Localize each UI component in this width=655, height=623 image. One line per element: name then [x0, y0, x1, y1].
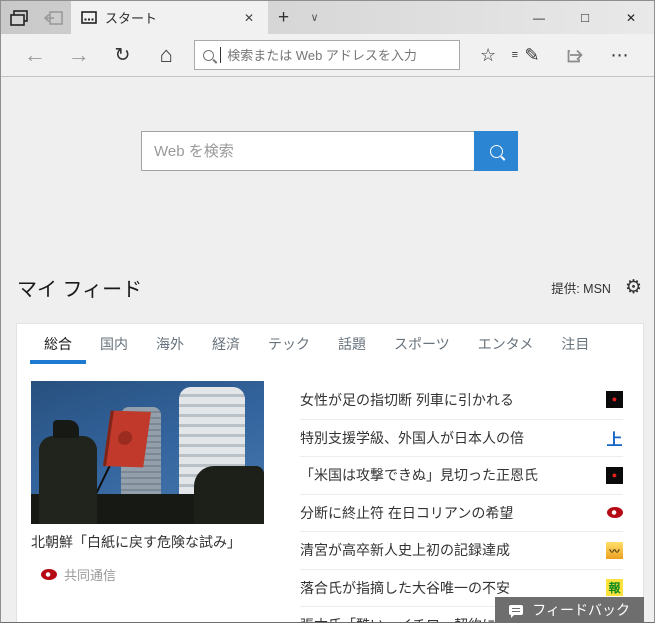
feed-tab-8[interactable]: エンタメ: [464, 324, 548, 364]
soldier-illustration: [194, 466, 264, 524]
soldier-illustration: [39, 420, 97, 524]
news-headline: 女性が足の指切断 列車に引かれる: [300, 391, 514, 408]
web-note-button[interactable]: ✎: [510, 45, 554, 66]
feed-provider-label: 提供: MSN: [551, 282, 611, 296]
source-name: 共同通信: [64, 567, 117, 583]
share-button[interactable]: [554, 45, 598, 66]
news-headline: 分断に終止符 在日コリアンの希望: [300, 504, 514, 521]
search-icon: [203, 49, 215, 61]
nikkan-sports-logo-icon: 〰: [606, 541, 623, 559]
feed-header: マイ フィード 提供: MSN ⚙: [17, 273, 642, 302]
lead-story-image: [31, 381, 264, 524]
feed-tab-3[interactable]: 海外: [142, 324, 198, 364]
flag-illustration: [103, 410, 151, 468]
news-headline: 清宮が高卒新人史上初の記録達成: [300, 542, 510, 559]
lead-story-headline[interactable]: 北朝鮮「白紙に戻す危険な試み」: [31, 533, 264, 552]
news-item[interactable]: 女性が足の指切断 列車に引かれる ●: [300, 381, 623, 419]
news-headline: 特別支援学級、外国人が日本人の倍: [300, 429, 524, 446]
ue-blue-logo-icon: 上: [606, 431, 623, 449]
address-input[interactable]: [227, 47, 452, 63]
start-page: マイ フィード 提供: MSN ⚙ 総合国内海外経済テック話題スポーツエンタメ注…: [1, 77, 654, 622]
black-red-dot-logo-icon: ●: [606, 466, 623, 484]
refresh-button[interactable]: ↻: [101, 44, 145, 67]
kyodo-news-logo-icon: [41, 568, 57, 580]
settings-more-button[interactable]: ⋯: [598, 45, 642, 66]
feed-tab-1[interactable]: 総合: [30, 324, 86, 364]
tab-preview-icon: [9, 9, 28, 26]
lead-story[interactable]: 北朝鮮「白紙に戻す危険な試み」 共同通信: [31, 381, 264, 622]
feed-tabs: 総合 国内 海外 経済 テック 話題 スポーツ エンタメ 注目: [17, 324, 643, 364]
feedback-label: フィードバック: [532, 601, 630, 618]
feed-tab-7[interactable]: スポーツ: [380, 324, 464, 364]
news-headline: 「米国は攻撃できぬ」見切った正恩氏: [300, 467, 538, 484]
tab-strip: スタート ✕ + ∨ — □ ✕: [1, 1, 654, 34]
hochi-logo-icon: 報: [606, 579, 623, 597]
search-icon: [489, 144, 503, 158]
news-list: 女性が足の指切断 列車に引かれる ● 特別支援学級、外国人が日本人の倍 上「米国は攻撃…: [300, 381, 623, 622]
titlebar-drag-area: [330, 1, 516, 34]
text-caret: [220, 47, 222, 63]
news-item[interactable]: 特別支援学級、外国人が日本人の倍 上: [300, 418, 623, 457]
home-button[interactable]: ⌂: [144, 42, 188, 68]
tab-close-icon[interactable]: ✕: [238, 9, 260, 27]
new-tab-button[interactable]: +: [268, 1, 299, 34]
feed-tab-6[interactable]: 話題: [324, 324, 380, 364]
set-aside-tabs-button[interactable]: [36, 1, 71, 34]
web-search-box: [141, 131, 518, 171]
news-item[interactable]: 分断に終止符 在日コリアンの希望: [300, 493, 623, 532]
tab-list-dropdown-button[interactable]: ∨: [299, 1, 330, 34]
speech-bubble-icon: [509, 604, 524, 618]
feed-body: 北朝鮮「白紙に戻す危険な試み」 共同通信 女性が足の指切断 列車に引かれる ● 特別…: [17, 364, 643, 622]
window-maximize-button[interactable]: □: [562, 1, 608, 34]
feed-settings-gear-icon[interactable]: ⚙: [625, 278, 642, 297]
back-button[interactable]: ←: [13, 42, 57, 68]
lead-story-source: 共同通信: [31, 565, 264, 584]
feed-tab-4[interactable]: 経済: [198, 324, 254, 364]
news-feed-panel: 総合 国内 海外 経済 テック 話題 スポーツ エンタメ 注目 北朝鮮「白紙に戻す危険な試み」: [16, 323, 644, 622]
navigation-toolbar: ← → ↻ ⌂ ☆≡ ✎ ⋯: [1, 34, 654, 77]
tab-title: スタート: [105, 11, 158, 26]
web-search-input[interactable]: [141, 131, 474, 171]
start-page-favicon: [81, 11, 97, 24]
share-icon: [567, 49, 583, 63]
news-item[interactable]: 「米国は攻撃できぬ」見切った正恩氏 ●: [300, 456, 623, 494]
black-red-dot-logo-icon: ●: [606, 391, 623, 409]
kyodo-news-logo-icon: [607, 507, 623, 519]
feed-title: マイ フィード: [17, 279, 143, 301]
feedback-button[interactable]: フィードバック: [495, 597, 644, 622]
feed-tab-9[interactable]: 注目: [547, 324, 603, 364]
window-close-button[interactable]: ✕: [608, 1, 654, 34]
browser-window: スタート ✕ + ∨ — □ ✕ ← → ↻ ⌂ ☆≡ ✎: [0, 0, 655, 623]
toolbar-right-group: ☆ ≡ ✎ ⋯: [466, 45, 642, 66]
window-minimize-button[interactable]: —: [516, 1, 562, 34]
web-search-button[interactable]: [474, 131, 518, 171]
tab-preview-button[interactable]: [1, 1, 36, 34]
feed-tab-2[interactable]: 国内: [86, 324, 142, 364]
feed-tab-5[interactable]: テック: [254, 324, 324, 364]
hub-favorites-button[interactable]: ☆ ≡: [466, 45, 518, 66]
address-bar[interactable]: [194, 40, 461, 70]
news-item[interactable]: 清宮が高卒新人史上初の記録達成 〰: [300, 531, 623, 569]
set-aside-tabs-icon: [44, 10, 63, 25]
forward-button[interactable]: →: [57, 42, 101, 68]
news-headline: 落合氏が指摘した大谷唯一の不安: [300, 579, 510, 596]
tab-start[interactable]: スタート ✕: [71, 1, 268, 34]
